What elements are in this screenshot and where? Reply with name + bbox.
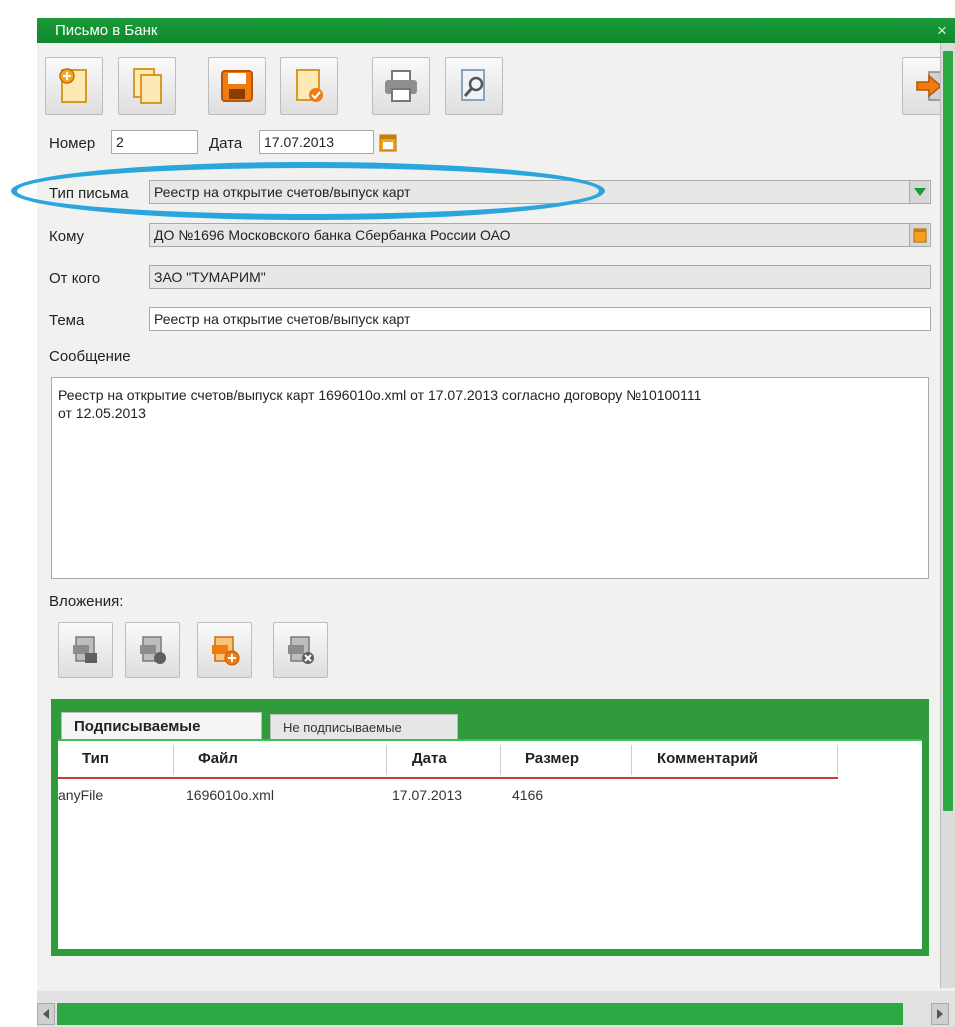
sign-document-button[interactable]	[280, 57, 338, 115]
attachments-label: Вложения:	[49, 593, 124, 610]
cell-type: anyFile	[58, 787, 104, 803]
column-header-type[interactable]: Тип	[82, 741, 109, 777]
column-header-file[interactable]: Файл	[198, 741, 238, 777]
save-icon	[221, 70, 253, 102]
letter-type-dropdown-button[interactable]	[909, 181, 929, 203]
highlight-annotation-ellipse	[11, 162, 605, 220]
tab-unsigned[interactable]: Не подписываемые	[270, 714, 458, 739]
attachments-panel: Подписываемые Не подписываемые Тип Файл …	[51, 699, 929, 956]
tab-signed[interactable]: Подписываемые	[61, 712, 262, 739]
preview-icon	[461, 69, 485, 101]
window-title: Письмо в Банк	[55, 22, 158, 39]
to-label: Кому	[49, 228, 85, 245]
number-label: Номер	[49, 135, 96, 152]
attach-info-button[interactable]	[125, 622, 180, 678]
new-document-button[interactable]	[45, 57, 103, 115]
print-icon	[385, 70, 417, 102]
table-header: Тип Файл Дата Размер Комментарий	[58, 741, 838, 779]
message-textarea[interactable]: Реестр на открытие счетов/выпуск карт 16…	[51, 377, 929, 579]
scroll-right-arrow[interactable]	[931, 1003, 949, 1025]
column-header-size[interactable]: Размер	[525, 741, 579, 777]
directory-icon	[913, 228, 926, 243]
subject-label: Тема	[49, 312, 85, 329]
column-header-date[interactable]: Дата	[412, 741, 447, 777]
save-button[interactable]	[208, 57, 266, 115]
attach-delete-button[interactable]	[273, 622, 328, 678]
from-label: От кого	[49, 270, 101, 287]
cell-file: 1696010o.xml	[186, 787, 274, 803]
horizontal-scroll-thumb[interactable]	[57, 1003, 903, 1025]
chevron-right-icon	[937, 1009, 943, 1019]
attach-add-button[interactable]	[197, 622, 252, 678]
attach-delete-icon	[287, 636, 314, 664]
attach-info-icon	[139, 636, 166, 664]
attach-file-button[interactable]	[58, 622, 113, 678]
attachments-table: Тип Файл Дата Размер Комментарий anyFile…	[58, 739, 922, 949]
date-field[interactable]: 17.07.2013	[259, 130, 374, 154]
from-field: ЗАО "ТУМАРИМ"	[149, 265, 931, 289]
date-label: Дата	[209, 135, 243, 152]
number-field[interactable]: 2	[111, 130, 198, 154]
preview-button[interactable]	[445, 57, 503, 115]
sign-icon	[296, 69, 323, 102]
horizontal-scrollbar[interactable]	[37, 991, 955, 1027]
vertical-scroll-thumb[interactable]	[943, 51, 953, 811]
copy-doc-icon	[133, 68, 162, 104]
scroll-left-arrow[interactable]	[37, 1003, 55, 1025]
column-header-comment[interactable]: Комментарий	[657, 741, 758, 777]
vertical-scrollbar[interactable]	[940, 43, 955, 988]
copy-document-button[interactable]	[118, 57, 176, 115]
message-label: Сообщение	[49, 348, 131, 365]
subject-field[interactable]: Реестр на открытие счетов/выпуск карт	[149, 307, 931, 331]
chevron-left-icon	[43, 1009, 49, 1019]
to-field[interactable]: ДО №1696 Московского банка Сбербанка Рос…	[149, 223, 931, 247]
close-icon[interactable]: ×	[933, 18, 951, 43]
cell-size: 4166	[512, 787, 544, 803]
cell-date: 17.07.2013	[392, 787, 463, 803]
window-titlebar: Письмо в Банк ×	[37, 18, 955, 43]
calendar-icon[interactable]	[379, 132, 397, 152]
attach-add-icon	[211, 636, 239, 666]
new-doc-icon	[59, 68, 87, 103]
chevron-down-icon	[913, 188, 926, 196]
to-lookup-button[interactable]	[909, 224, 929, 246]
attach-file-icon	[72, 636, 97, 663]
print-button[interactable]	[372, 57, 430, 115]
